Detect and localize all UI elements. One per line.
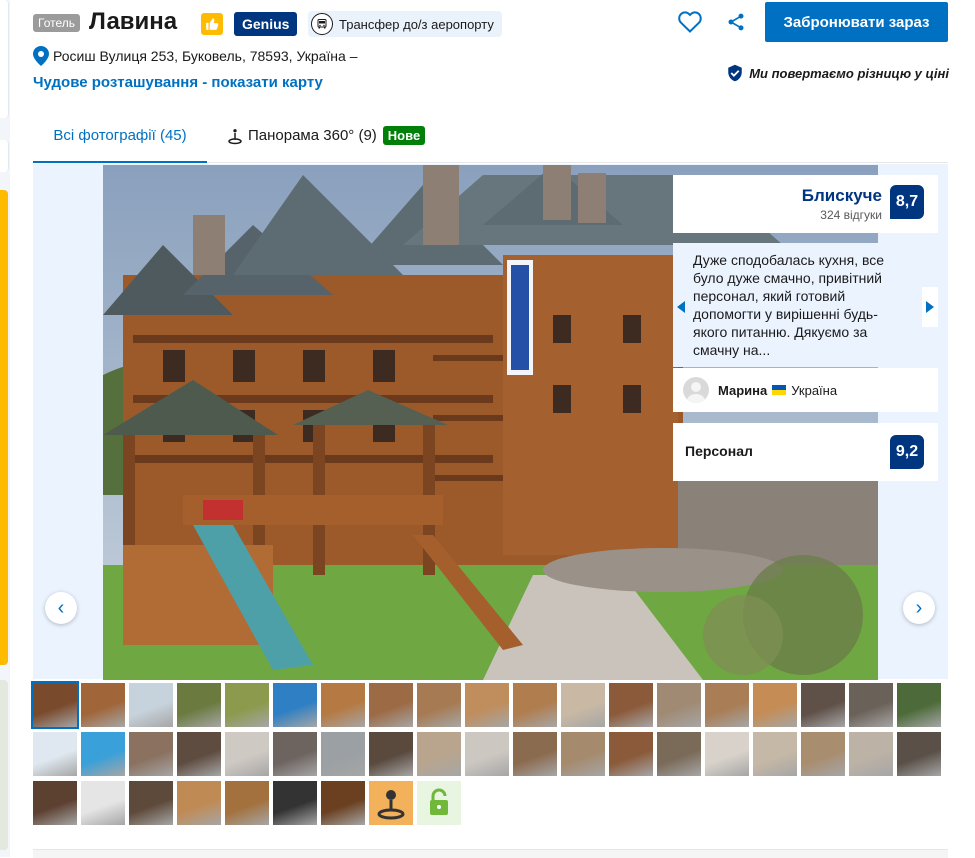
photo-thumbnail[interactable] (225, 683, 269, 727)
share-button[interactable] (722, 8, 750, 36)
photo-thumbnail[interactable] (801, 683, 845, 727)
photo-thumbnail[interactable] (657, 732, 701, 776)
photo-thumbnail[interactable] (897, 732, 941, 776)
guest-quote-box: Дуже сподобалась кухня, все було дуже см… (673, 243, 938, 367)
photo-thumbnail[interactable] (753, 732, 797, 776)
sidebar-panel (0, 0, 9, 118)
heart-icon (678, 11, 702, 33)
photo-thumbnail[interactable] (513, 683, 557, 727)
photo-thumbnail[interactable] (129, 683, 173, 727)
more-photos-thumbnail[interactable] (417, 781, 461, 825)
photo-thumbnail[interactable] (561, 732, 605, 776)
reserve-now-button[interactable]: Забронювати зараз (765, 2, 948, 42)
photo-thumbnail[interactable] (513, 732, 557, 776)
photo-thumbnail[interactable] (417, 732, 461, 776)
gallery-prev-button[interactable]: ‹ (45, 592, 77, 624)
reviewer-row: Марина Україна (673, 368, 938, 412)
photo-gallery: ‹ › (33, 164, 948, 680)
bus-icon (311, 13, 333, 35)
photo-thumbnail[interactable] (369, 683, 413, 727)
photo-thumbnail[interactable] (849, 683, 893, 727)
staff-score-box: Персонал 9,2 (673, 423, 938, 481)
photo-thumbnail[interactable] (33, 781, 77, 825)
photo-thumbnail[interactable] (849, 732, 893, 776)
photo-thumbnail[interactable] (561, 683, 605, 727)
caret-left-icon (677, 301, 685, 313)
left-sidebar-edge (0, 0, 10, 857)
address-row: Росиш Вулиця 253, Буковель, 78593, Украї… (33, 46, 358, 66)
photo-thumbnail[interactable] (321, 781, 365, 825)
tab-all-photos-label: Всі фотографії (45) (53, 127, 187, 144)
genius-badge: Genius (234, 12, 298, 36)
panorama-360-icon (228, 128, 242, 144)
photo-thumbnail[interactable] (801, 732, 845, 776)
review-score-box[interactable]: Блискуче 324 відгуки 8,7 (673, 175, 938, 233)
photo-thumbnail[interactable] (81, 732, 125, 776)
photo-thumbnail[interactable] (753, 683, 797, 727)
photo-thumbnail[interactable] (81, 781, 125, 825)
sidebar-highlight-panel (0, 190, 8, 665)
photo-thumbnail[interactable] (321, 732, 365, 776)
photo-thumbnail[interactable] (465, 732, 509, 776)
show-map-link[interactable]: Чудове розташування - показати карту (33, 74, 323, 91)
photo-tabs: Всі фотографії (45) Панорама 360° (9) Но… (33, 110, 948, 163)
hotel-name: Лавина (89, 8, 178, 35)
photo-thumbnail[interactable] (273, 732, 317, 776)
photo-thumbnail[interactable] (369, 732, 413, 776)
price-match-notice: Ми повертаємо різницю у ціні (726, 64, 949, 82)
gallery-next-button[interactable]: › (903, 592, 935, 624)
photo-thumbnail[interactable] (225, 781, 269, 825)
photo-thumbnail[interactable] (705, 683, 749, 727)
shield-check-icon (728, 64, 742, 82)
photo-thumbnail[interactable] (177, 683, 221, 727)
share-icon (728, 13, 744, 31)
sidebar-panel (0, 140, 9, 172)
price-match-label: Ми повертаємо різницю у ціні (749, 65, 949, 81)
ukraine-flag-icon (772, 385, 787, 395)
airport-transfer-badge: Трансфер до/з аеропорту (308, 11, 502, 37)
photo-thumbnail[interactable] (129, 732, 173, 776)
save-favorite-button[interactable] (676, 8, 704, 36)
property-type-badge: Готель (33, 14, 80, 32)
avatar (683, 377, 709, 403)
photo-thumbnail[interactable] (609, 683, 653, 727)
guest-quote-text: Дуже сподобалась кухня, все було дуже см… (693, 252, 885, 358)
review-count: 324 відгуки (820, 208, 882, 222)
photo-thumbnail[interactable] (129, 781, 173, 825)
panorama-thumbnail[interactable] (369, 781, 413, 825)
photo-thumbnail[interactable] (609, 732, 653, 776)
caret-right-icon (926, 301, 934, 313)
staff-score-badge: 9,2 (890, 435, 924, 469)
photo-thumbnail[interactable] (273, 781, 317, 825)
tab-panorama-label: Панорама 360° (9) (248, 127, 377, 144)
transfer-label: Трансфер до/з аеропорту (339, 16, 494, 32)
hotel-address: Росиш Вулиця 253, Буковель, 78593, Украї… (53, 48, 358, 64)
thumbs-up-icon (201, 13, 223, 35)
photo-thumbnail[interactable] (897, 683, 941, 727)
photo-thumbnail[interactable] (31, 681, 79, 729)
score-word: Блискуче (801, 186, 882, 205)
new-badge: Нове (382, 126, 426, 145)
quote-prev-button[interactable] (673, 287, 689, 327)
photo-thumbnail[interactable] (177, 732, 221, 776)
reviewer-country: Україна (791, 382, 838, 398)
photo-thumbnail[interactable] (33, 732, 77, 776)
quote-next-button[interactable] (922, 287, 938, 327)
review-score-badge: 8,7 (890, 185, 924, 219)
tab-all-photos[interactable]: Всі фотографії (45) (33, 110, 207, 163)
sidebar-map-preview[interactable] (0, 680, 8, 850)
photo-thumbnail[interactable] (417, 683, 461, 727)
photo-thumbnail[interactable] (225, 732, 269, 776)
photo-thumbnail[interactable] (321, 683, 365, 727)
tab-panorama[interactable]: Панорама 360° (9) Нове (226, 110, 426, 161)
photo-thumbnail[interactable] (705, 732, 749, 776)
photo-thumbnail[interactable] (465, 683, 509, 727)
staff-score-label: Персонал (685, 443, 753, 459)
reviewer-name: Марина (718, 382, 768, 398)
photo-thumbnail[interactable] (273, 683, 317, 727)
photo-thumbnail[interactable] (177, 781, 221, 825)
photo-thumbnail[interactable] (81, 683, 125, 727)
map-pin-icon (33, 46, 49, 66)
photo-thumbnail[interactable] (657, 683, 701, 727)
